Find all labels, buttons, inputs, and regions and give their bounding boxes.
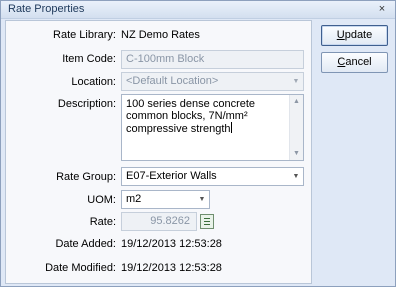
description-text: 100 series dense concrete common blocks,… bbox=[126, 98, 256, 135]
rate-properties-dialog: Rate Properties × Rate Library: NZ Demo … bbox=[0, 0, 396, 287]
location-value: <Default Location> bbox=[126, 75, 219, 87]
title-bar: Rate Properties × bbox=[1, 1, 395, 19]
rate-group-label: Rate Group: bbox=[56, 171, 116, 183]
rate-library-label: Rate Library: bbox=[53, 29, 116, 41]
dialog-title: Rate Properties bbox=[8, 3, 85, 15]
chevron-down-icon: ▼ bbox=[292, 173, 300, 180]
item-code-label: Item Code: bbox=[62, 53, 116, 65]
scroll-down-icon[interactable]: ▼ bbox=[290, 150, 303, 157]
description-scrollbar[interactable]: ▲ ▼ bbox=[289, 95, 303, 160]
properties-panel: Rate Library: NZ Demo Rates Item Code: C… bbox=[5, 20, 312, 284]
date-modified-value: 19/12/2013 12:53:28 bbox=[121, 262, 222, 274]
rate-label: Rate: bbox=[89, 216, 116, 228]
rate-library-value: NZ Demo Rates bbox=[121, 29, 200, 41]
item-code-field[interactable]: C-100mm Block bbox=[121, 50, 304, 69]
chevron-down-icon: ▼ bbox=[198, 196, 206, 203]
rate-value: 95.8262 bbox=[150, 215, 190, 227]
text-caret bbox=[230, 122, 232, 133]
rate-group-dropdown[interactable]: E07-Exterior Walls ▼ bbox=[121, 167, 304, 186]
description-textarea[interactable]: 100 series dense concrete common blocks,… bbox=[121, 94, 304, 161]
date-modified-label: Date Modified: bbox=[45, 262, 116, 274]
uom-dropdown[interactable]: m2 ▼ bbox=[121, 190, 210, 209]
date-added-value: 19/12/2013 12:53:28 bbox=[121, 238, 222, 250]
cancel-button[interactable]: Cancel bbox=[321, 52, 388, 73]
rate-group-value: E07-Exterior Walls bbox=[126, 170, 217, 182]
date-added-label: Date Added: bbox=[55, 238, 116, 250]
location-label: Location: bbox=[71, 76, 116, 88]
calculator-icon[interactable] bbox=[200, 214, 214, 229]
update-button[interactable]: Update bbox=[321, 25, 388, 46]
scroll-up-icon[interactable]: ▲ bbox=[290, 98, 303, 105]
rate-field[interactable]: 95.8262 bbox=[121, 212, 197, 231]
item-code-value: C-100mm Block bbox=[126, 53, 205, 65]
close-icon[interactable]: × bbox=[375, 2, 389, 16]
location-dropdown[interactable]: <Default Location> ▼ bbox=[121, 72, 304, 91]
description-label: Description: bbox=[57, 98, 116, 110]
uom-value: m2 bbox=[126, 193, 142, 205]
uom-label: UOM: bbox=[87, 194, 116, 206]
chevron-down-icon: ▼ bbox=[292, 78, 300, 85]
